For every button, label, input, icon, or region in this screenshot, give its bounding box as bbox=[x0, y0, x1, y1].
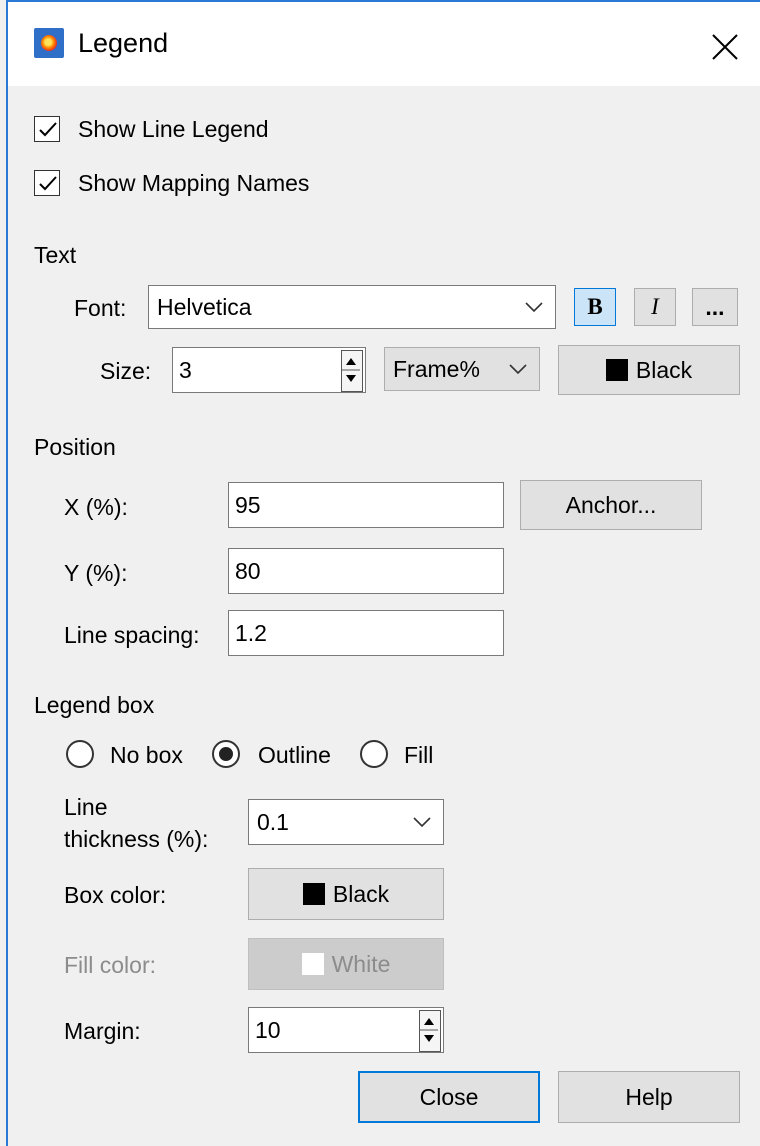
line-thickness-value: 0.1 bbox=[257, 808, 289, 835]
y-input[interactable]: 80 bbox=[228, 548, 504, 594]
size-spinner[interactable] bbox=[341, 350, 363, 392]
outline-label: Outline bbox=[258, 742, 331, 768]
fill-label: Fill bbox=[404, 742, 434, 768]
margin-value: 10 bbox=[255, 1016, 281, 1043]
line-thickness-dropdown[interactable]: 0.1 bbox=[248, 799, 444, 845]
more-font-options-button[interactable]: ... bbox=[692, 288, 738, 326]
no-box-radio[interactable] bbox=[66, 740, 94, 768]
line-thickness-label-line2: thickness (%): bbox=[64, 826, 209, 852]
close-window-icon[interactable] bbox=[708, 30, 742, 64]
x-input[interactable]: 95 bbox=[228, 482, 504, 528]
window-top-border bbox=[8, 0, 760, 2]
show-line-legend-checkbox[interactable] bbox=[34, 116, 60, 142]
margin-spinner[interactable] bbox=[419, 1010, 441, 1052]
spinner-arrows-icon bbox=[420, 1018, 438, 1042]
fill-color-label: Fill color: bbox=[64, 952, 157, 978]
chevron-down-icon bbox=[413, 817, 431, 828]
box-color-button[interactable]: Black bbox=[248, 868, 444, 920]
text-color-label: Black bbox=[635, 356, 693, 383]
fill-color-swatch bbox=[301, 953, 324, 975]
window-title: Legend bbox=[78, 28, 169, 58]
line-spacing-value: 1.2 bbox=[235, 619, 267, 646]
text-section-heading: Text bbox=[34, 242, 77, 268]
chevron-down-icon bbox=[525, 302, 543, 313]
italic-button[interactable]: I bbox=[634, 288, 676, 326]
line-spacing-input[interactable]: 1.2 bbox=[228, 610, 504, 656]
show-mapping-names-checkbox[interactable] bbox=[34, 170, 60, 196]
size-unit-value: Frame% bbox=[393, 355, 480, 382]
y-label: Y (%): bbox=[64, 560, 128, 586]
size-unit-dropdown[interactable]: Frame% bbox=[384, 347, 540, 391]
app-icon bbox=[34, 28, 64, 58]
spinner-arrows-icon bbox=[342, 358, 360, 382]
chevron-down-icon bbox=[509, 364, 527, 375]
margin-label: Margin: bbox=[64, 1018, 141, 1044]
line-thickness-label-line1: Line bbox=[64, 794, 108, 820]
radio-selected-dot bbox=[219, 747, 233, 761]
show-line-legend-label: Show Line Legend bbox=[78, 116, 269, 142]
fill-color-value: White bbox=[331, 950, 391, 977]
y-value: 80 bbox=[235, 557, 261, 584]
line-spacing-label: Line spacing: bbox=[64, 622, 200, 648]
fill-radio[interactable] bbox=[360, 740, 388, 768]
close-button[interactable]: Close bbox=[358, 1071, 540, 1123]
anchor-button[interactable]: Anchor... bbox=[520, 480, 702, 530]
box-color-swatch bbox=[302, 883, 325, 905]
show-mapping-names-label: Show Mapping Names bbox=[78, 170, 310, 196]
size-value: 3 bbox=[179, 356, 192, 383]
x-label: X (%): bbox=[64, 494, 128, 520]
position-section-heading: Position bbox=[34, 434, 116, 460]
text-color-button[interactable]: Black bbox=[558, 345, 740, 395]
fill-color-button[interactable]: White bbox=[248, 938, 444, 990]
outline-radio[interactable] bbox=[212, 740, 240, 768]
no-box-label: No box bbox=[110, 742, 183, 768]
window-left-border bbox=[6, 0, 8, 1146]
font-dropdown[interactable]: Helvetica bbox=[148, 285, 556, 329]
box-color-label: Box color: bbox=[64, 882, 167, 908]
text-color-swatch bbox=[605, 359, 628, 381]
size-input[interactable]: 3 bbox=[172, 347, 366, 393]
box-color-value: Black bbox=[332, 880, 390, 907]
font-label: Font: bbox=[74, 295, 127, 321]
margin-input[interactable]: 10 bbox=[248, 1007, 444, 1053]
font-value: Helvetica bbox=[157, 293, 252, 320]
x-value: 95 bbox=[235, 491, 261, 518]
bold-button[interactable]: B bbox=[574, 288, 616, 326]
help-button[interactable]: Help bbox=[558, 1071, 740, 1123]
size-label: Size: bbox=[100, 358, 152, 384]
legend-box-heading: Legend box bbox=[34, 692, 155, 718]
